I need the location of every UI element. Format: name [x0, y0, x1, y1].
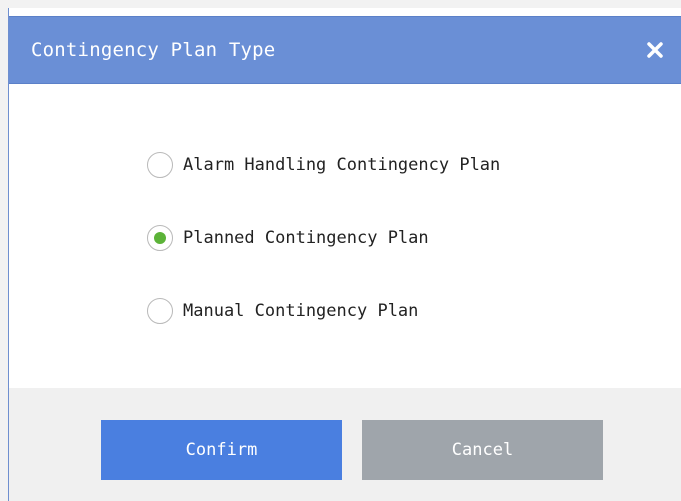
dialog-title: Contingency Plan Type: [31, 39, 276, 61]
dialog-body: Alarm Handling Contingency Plan Planned …: [9, 84, 681, 388]
radio-planned[interactable]: [147, 225, 173, 251]
option-label: Planned Contingency Plan: [183, 228, 429, 248]
contingency-plan-type-dialog: Contingency Plan Type Alarm Handling Con…: [8, 8, 681, 501]
option-manual[interactable]: Manual Contingency Plan: [147, 296, 418, 326]
option-label: Manual Contingency Plan: [183, 301, 419, 321]
option-alarm-handling[interactable]: Alarm Handling Contingency Plan: [147, 150, 500, 180]
confirm-button[interactable]: Confirm: [101, 420, 342, 480]
dialog-footer: Confirm Cancel: [9, 388, 681, 501]
option-label: Alarm Handling Contingency Plan: [183, 155, 501, 175]
close-icon[interactable]: [640, 35, 670, 65]
cancel-button[interactable]: Cancel: [362, 420, 603, 480]
radio-manual[interactable]: [147, 298, 173, 324]
radio-alarm-handling[interactable]: [147, 152, 173, 178]
dialog-title-bar: Contingency Plan Type: [9, 16, 681, 84]
option-planned[interactable]: Planned Contingency Plan: [147, 223, 429, 253]
